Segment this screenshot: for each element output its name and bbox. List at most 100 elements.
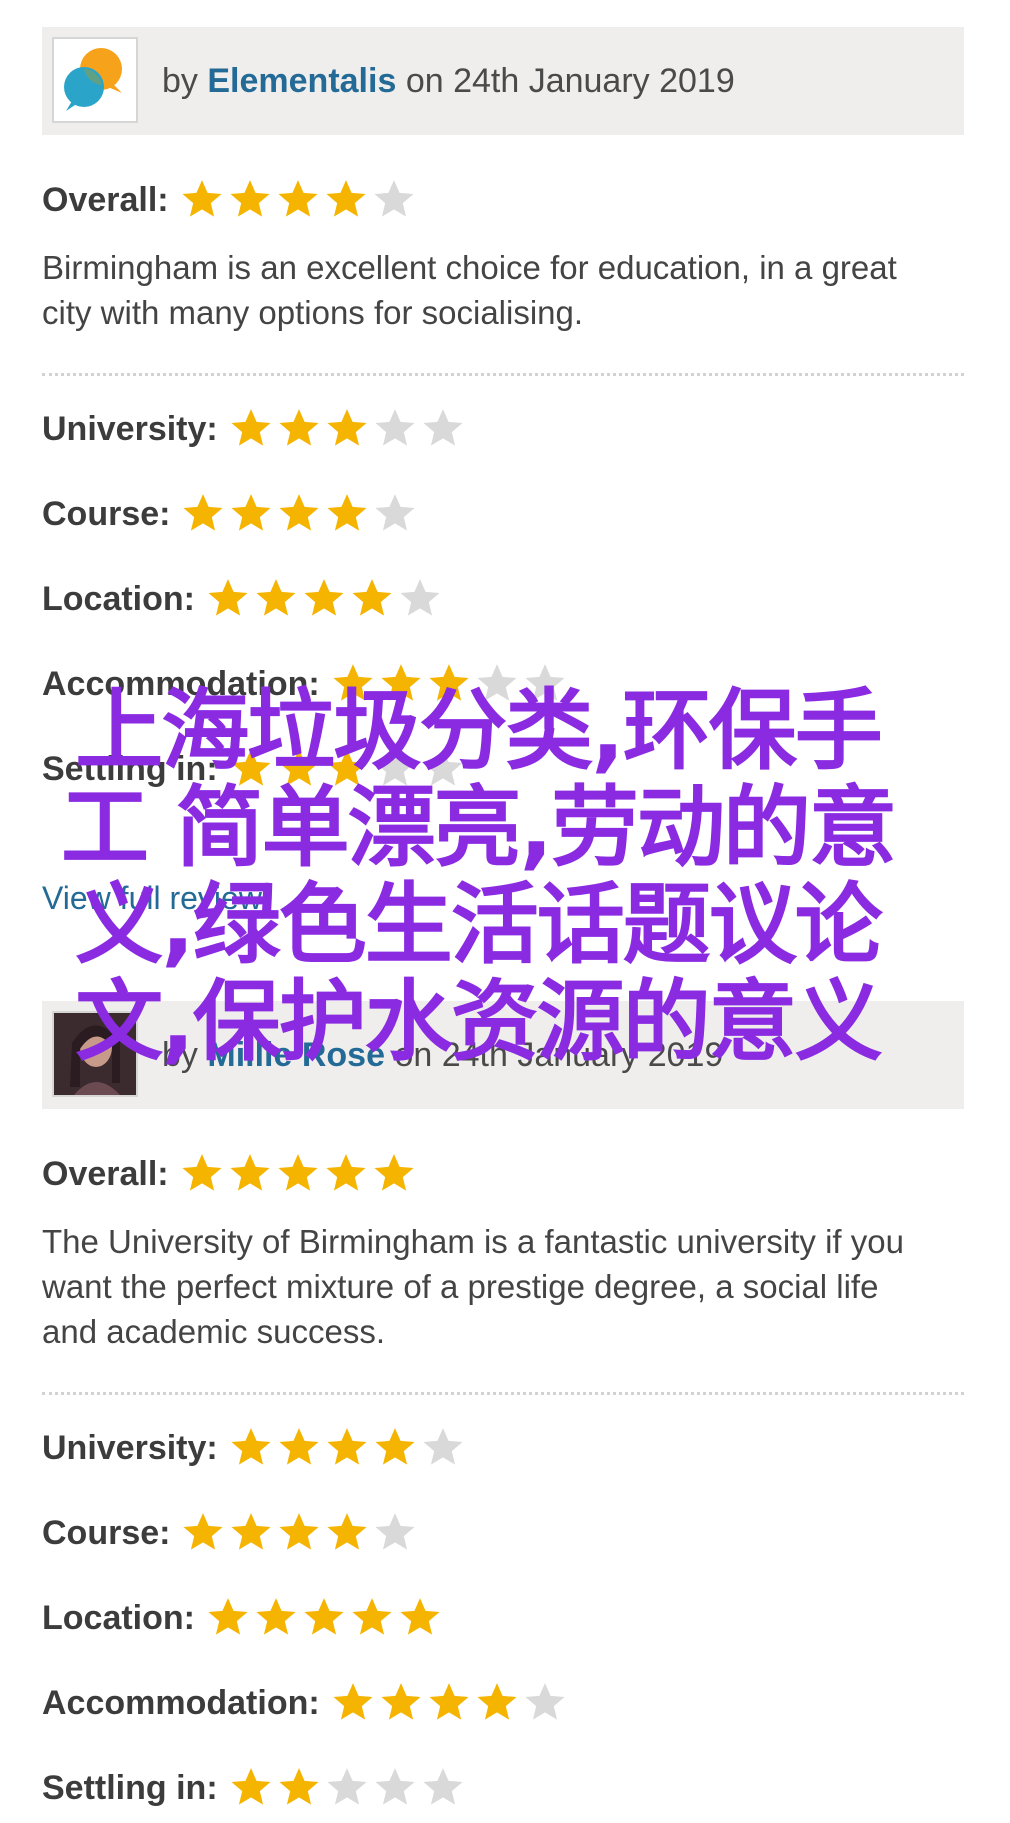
review-date: on 24th January 2019 [405,62,735,100]
chat-bubbles-logo-icon [64,48,122,111]
rating-label: University: [42,1428,218,1467]
rating-label: Accommodation: [42,664,320,703]
review-date: on 24th January 2019 [394,1036,724,1074]
star-filled-icon [323,177,369,223]
star-filled-icon [324,1510,370,1556]
rating-label: Location: [42,579,195,618]
star-filled-icon [205,1595,251,1641]
star-rating [330,661,570,707]
author-link[interactable]: Elementalis [207,62,396,100]
star-empty-icon [522,661,568,707]
star-filled-icon [397,1595,443,1641]
star-filled-icon [275,177,321,223]
star-filled-icon [180,1510,226,1556]
by-label: by [162,1036,198,1074]
star-filled-icon [227,177,273,223]
rating-course: Course: [42,1510,964,1556]
avatar[interactable] [52,37,138,123]
author-link[interactable]: Millie Rose [207,1036,385,1074]
rating-accommodation: Accommodation: [42,1680,964,1726]
star-empty-icon [420,1425,466,1471]
rating-label: University: [42,409,218,448]
star-filled-icon [205,576,251,622]
star-rating [228,746,468,792]
review-byline: by Millie Rose on 24th January 2019 [162,1033,723,1077]
star-filled-icon [253,576,299,622]
star-filled-icon [228,1425,274,1471]
star-filled-icon [276,1765,322,1811]
star-filled-icon [276,1510,322,1556]
star-rating [180,1510,420,1556]
rating-settling-in: Settling in: [42,746,964,792]
star-rating [205,1595,445,1641]
star-filled-icon [330,661,376,707]
overall-label: Overall: [42,180,169,219]
star-empty-icon [474,661,520,707]
star-empty-icon [420,1765,466,1811]
review-text: Birmingham is an excellent choice for ed… [42,249,897,331]
star-empty-icon [324,1765,370,1811]
sub-ratings: University: Course: Location: Accommodat… [42,406,964,792]
star-empty-icon [420,406,466,452]
overall-rating: Overall: [42,177,964,223]
star-filled-icon [349,576,395,622]
star-rating [179,1151,419,1197]
by-label: by [162,62,198,100]
star-filled-icon [228,1765,274,1811]
view-full-review-link[interactable]: View full review [42,880,262,917]
star-empty-icon [372,1765,418,1811]
star-empty-icon [397,576,443,622]
star-filled-icon [378,661,424,707]
rating-university: University: [42,1425,964,1471]
review-header: by Millie Rose on 24th January 2019 [42,1001,964,1109]
rating-location: Location: [42,576,964,622]
star-filled-icon [324,406,370,452]
star-empty-icon [372,746,418,792]
star-empty-icon [372,406,418,452]
rating-course: Course: [42,491,964,537]
star-filled-icon [276,1425,322,1471]
rating-label: Course: [42,494,171,533]
star-filled-icon [275,1151,321,1197]
star-rating [179,177,419,223]
review-byline: by Elementalis on 24th January 2019 [162,59,735,103]
rating-location: Location: [42,1595,964,1641]
review-text: The University of Birmingham is a fantas… [42,1223,904,1350]
star-filled-icon [330,1680,376,1726]
star-filled-icon [179,1151,225,1197]
overall-rating: Overall: [42,1151,964,1197]
star-filled-icon [349,1595,395,1641]
overall-label: Overall: [42,1154,169,1193]
star-filled-icon [301,1595,347,1641]
star-rating [330,1680,570,1726]
avatar[interactable] [52,1011,138,1097]
review-card: by Elementalis on 24th January 2019 Over… [42,27,964,831]
star-filled-icon [372,1425,418,1471]
star-empty-icon [371,177,417,223]
rating-accommodation: Accommodation: [42,661,964,707]
star-filled-icon [324,491,370,537]
star-filled-icon [228,746,274,792]
rating-university: University: [42,406,964,452]
star-filled-icon [228,491,274,537]
star-rating [228,1765,468,1811]
rating-label: Course: [42,1513,171,1552]
rating-label: Settling in: [42,749,218,788]
star-filled-icon [323,1151,369,1197]
user-photo-icon [54,1013,136,1095]
star-filled-icon [426,661,472,707]
star-filled-icon [426,1680,472,1726]
star-empty-icon [522,1680,568,1726]
rating-label: Settling in: [42,1768,218,1807]
star-rating [205,576,445,622]
page: by Elementalis on 24th January 2019 Over… [0,0,1010,1823]
star-empty-icon [372,1510,418,1556]
divider [42,373,964,376]
divider [42,1392,964,1395]
star-filled-icon [276,746,322,792]
star-rating [180,491,420,537]
star-filled-icon [180,491,226,537]
star-filled-icon [371,1151,417,1197]
star-filled-icon [474,1680,520,1726]
star-filled-icon [253,1595,299,1641]
